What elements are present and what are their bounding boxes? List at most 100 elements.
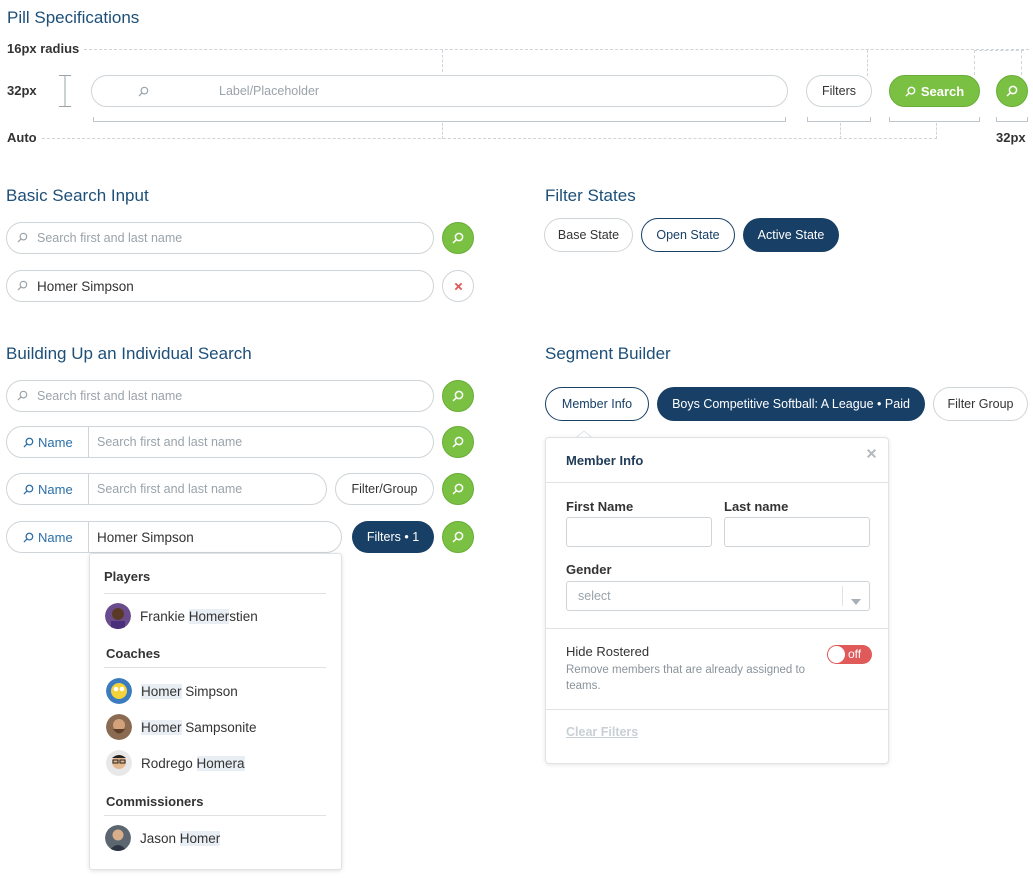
member-info-panel: Member Info First Name Last name Gender … bbox=[545, 437, 889, 764]
result-item[interactable]: Frankie Homer stien bbox=[105, 603, 258, 629]
group-title-commissioners: Commissioners bbox=[106, 794, 204, 809]
result-item[interactable]: Homer Simpson bbox=[106, 678, 238, 704]
individual-search-input-1[interactable]: Search first and last name bbox=[6, 380, 434, 412]
radius-label: 16px radius bbox=[7, 41, 80, 56]
search-icon bbox=[452, 232, 464, 244]
individual-search-input-2[interactable]: Name Search first and last name bbox=[6, 426, 434, 458]
search-icon bbox=[452, 436, 464, 448]
result-name-match: Homer bbox=[141, 719, 182, 735]
individual-search-button-1[interactable] bbox=[442, 380, 474, 412]
spec-icon-search-button[interactable] bbox=[996, 75, 1028, 107]
last-name-field[interactable] bbox=[724, 517, 870, 547]
clear-filters-link[interactable]: Clear Filters bbox=[566, 725, 638, 739]
result-name-pre: Rodrego bbox=[141, 755, 197, 771]
filter-active-state[interactable]: Active State bbox=[743, 218, 839, 252]
square-width-label: 32px bbox=[996, 130, 1026, 145]
guide-v bbox=[867, 50, 868, 76]
spec-search-input[interactable]: Label/Placeholder bbox=[91, 75, 788, 107]
panel-divider bbox=[546, 628, 888, 629]
filter-open-state[interactable]: Open State bbox=[641, 218, 735, 252]
guide-h bbox=[974, 50, 1024, 51]
first-name-field[interactable] bbox=[566, 517, 712, 547]
search-icon bbox=[17, 390, 29, 402]
chevron-down-icon bbox=[851, 593, 861, 611]
gender-label: Gender bbox=[566, 562, 612, 577]
guide-v bbox=[840, 123, 841, 139]
name-scope-selector[interactable]: Name bbox=[7, 522, 89, 552]
individual-search-button-2[interactable] bbox=[442, 426, 474, 458]
suit-avatar bbox=[105, 825, 131, 851]
cartoon-avatar bbox=[106, 678, 132, 704]
height-label: 32px bbox=[7, 83, 37, 98]
toggle-label: off bbox=[848, 647, 862, 661]
individual-search-value: Homer Simpson bbox=[97, 529, 194, 545]
individual-search-input-3[interactable]: Name Search first and last name bbox=[6, 473, 327, 505]
glasses-avatar bbox=[106, 750, 132, 776]
result-item[interactable]: Rodrego Homera bbox=[106, 750, 245, 776]
individual-search-placeholder: Search first and last name bbox=[37, 389, 183, 403]
member-info-button[interactable]: Member Info bbox=[545, 387, 649, 421]
spec-placeholder: Label/Placeholder bbox=[219, 84, 320, 98]
width-bracket bbox=[996, 117, 1028, 122]
close-icon[interactable] bbox=[866, 446, 877, 459]
close-icon bbox=[454, 282, 462, 290]
basic-search-input-filled[interactable]: Homer Simpson bbox=[6, 270, 434, 302]
filter-base-state[interactable]: Base State bbox=[544, 218, 633, 252]
search-icon bbox=[23, 484, 34, 495]
guide-v bbox=[442, 123, 443, 139]
auto-label: Auto bbox=[7, 130, 37, 145]
filter-group-button[interactable]: Filter/Group bbox=[335, 473, 434, 505]
individual-search-title: Building Up an Individual Search bbox=[6, 344, 252, 363]
result-name-match: Homer bbox=[179, 830, 221, 846]
basic-search-title: Basic Search Input bbox=[6, 186, 149, 205]
result-item[interactable]: Homer Sampsonite bbox=[106, 714, 257, 740]
search-icon bbox=[23, 532, 34, 543]
clear-search-button[interactable] bbox=[442, 270, 474, 302]
result-name-match: Homer bbox=[188, 608, 230, 624]
basic-search-button[interactable] bbox=[442, 222, 474, 254]
spec-filters-button[interactable]: Filters bbox=[806, 75, 872, 107]
name-scope-selector[interactable]: Name bbox=[7, 427, 89, 457]
pill-spec-title: Pill Specifications bbox=[7, 8, 140, 27]
radius-guide bbox=[84, 49, 1029, 50]
panel-title: Member Info bbox=[566, 453, 644, 468]
height-indicator bbox=[56, 75, 74, 107]
width-bracket bbox=[807, 117, 871, 122]
filters-count-button[interactable]: Filters • 1 bbox=[352, 521, 434, 553]
auto-guide bbox=[42, 138, 937, 139]
guide-v bbox=[974, 50, 975, 75]
search-icon bbox=[138, 86, 149, 97]
individual-search-placeholder: Search first and last name bbox=[97, 482, 243, 496]
panel-divider bbox=[546, 482, 888, 483]
last-name-label: Last name bbox=[724, 499, 789, 514]
hide-rostered-toggle[interactable]: off bbox=[827, 645, 872, 664]
filter-group-pill[interactable]: Filter Group bbox=[933, 387, 1028, 421]
name-scope-selector[interactable]: Name bbox=[7, 474, 89, 504]
segment-builder-title: Segment Builder bbox=[545, 344, 671, 363]
individual-search-input-4[interactable]: Name Homer Simpson bbox=[6, 521, 342, 553]
spec-search-label: Search bbox=[920, 83, 965, 99]
league-segment-pill[interactable]: Boys Competitive Softball: A League • Pa… bbox=[657, 387, 925, 421]
search-results-dropdown: Players Frankie Homer stien Coaches Homer… bbox=[89, 553, 342, 870]
result-item[interactable]: Jason Homer bbox=[105, 825, 221, 851]
width-bracket bbox=[93, 117, 786, 122]
player-avatar bbox=[105, 603, 131, 629]
result-name-post: stien bbox=[229, 608, 258, 624]
toggle-knob bbox=[828, 646, 845, 663]
result-name-match: Homer bbox=[141, 683, 182, 699]
search-icon bbox=[23, 437, 34, 448]
first-name-label: First Name bbox=[566, 499, 634, 514]
individual-search-button-4[interactable] bbox=[442, 521, 474, 553]
spec-search-button[interactable]: Search bbox=[889, 75, 980, 107]
gender-select[interactable]: select bbox=[566, 581, 870, 611]
individual-search-button-3[interactable] bbox=[442, 473, 474, 505]
filter-states-title: Filter States bbox=[545, 186, 636, 205]
name-scope-label: Name bbox=[38, 434, 73, 450]
name-scope-label: Name bbox=[38, 481, 73, 497]
group-divider bbox=[104, 667, 326, 668]
dropdown-divider bbox=[842, 586, 843, 606]
basic-search-input-empty[interactable]: Search first and last name bbox=[6, 222, 434, 254]
result-name-post: Sampsonite bbox=[181, 719, 257, 735]
group-title-players: Players bbox=[104, 569, 151, 584]
search-icon bbox=[452, 531, 464, 543]
